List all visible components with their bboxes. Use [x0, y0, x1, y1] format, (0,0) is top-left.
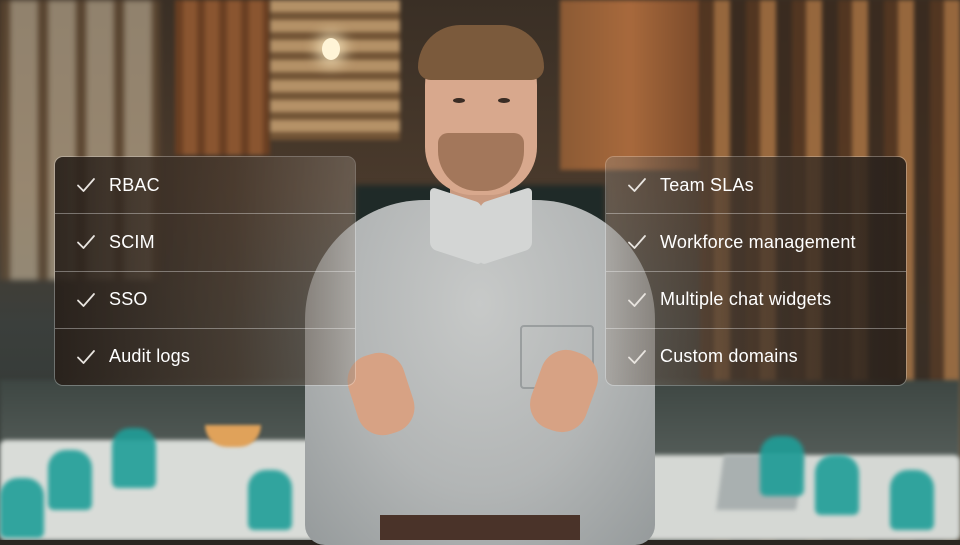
chair — [0, 478, 44, 538]
eye-left — [453, 98, 465, 103]
list-item-label: RBAC — [109, 174, 160, 195]
list-item: Multiple chat widgets — [606, 271, 906, 329]
list-item: Audit logs — [55, 328, 355, 385]
wooden-shelf — [175, 0, 270, 155]
chair — [112, 428, 156, 488]
check-icon — [75, 174, 97, 196]
list-item-label: SCIM — [109, 231, 155, 252]
list-item-label: Audit logs — [109, 346, 191, 367]
check-icon — [75, 231, 97, 253]
check-icon — [75, 289, 97, 311]
list-item-label: Custom domains — [660, 346, 798, 367]
list-item: Workforce management — [606, 214, 906, 272]
chair — [760, 436, 804, 496]
feature-list-left: RBAC SCIM SSO Audit logs — [54, 156, 356, 386]
chair — [890, 470, 934, 530]
list-item: SCIM — [55, 214, 355, 272]
belt — [380, 515, 580, 540]
check-icon — [626, 289, 648, 311]
list-item: Custom domains — [606, 328, 906, 385]
list-item-label: Team SLAs — [660, 174, 754, 195]
feature-list-right: Team SLAs Workforce management Multiple … — [605, 156, 907, 386]
list-item-label: Multiple chat widgets — [660, 289, 832, 310]
list-item: Team SLAs — [606, 157, 906, 215]
chair — [48, 450, 92, 510]
list-item-label: Workforce management — [660, 231, 856, 252]
list-item: RBAC — [55, 157, 355, 215]
list-item: SSO — [55, 271, 355, 329]
eye-right — [498, 98, 510, 103]
chair — [815, 455, 859, 515]
list-item-label: SSO — [109, 289, 148, 310]
check-icon — [626, 346, 648, 368]
hair — [418, 25, 544, 80]
check-icon — [626, 231, 648, 253]
check-icon — [626, 174, 648, 196]
check-icon — [75, 346, 97, 368]
chair — [248, 470, 292, 530]
